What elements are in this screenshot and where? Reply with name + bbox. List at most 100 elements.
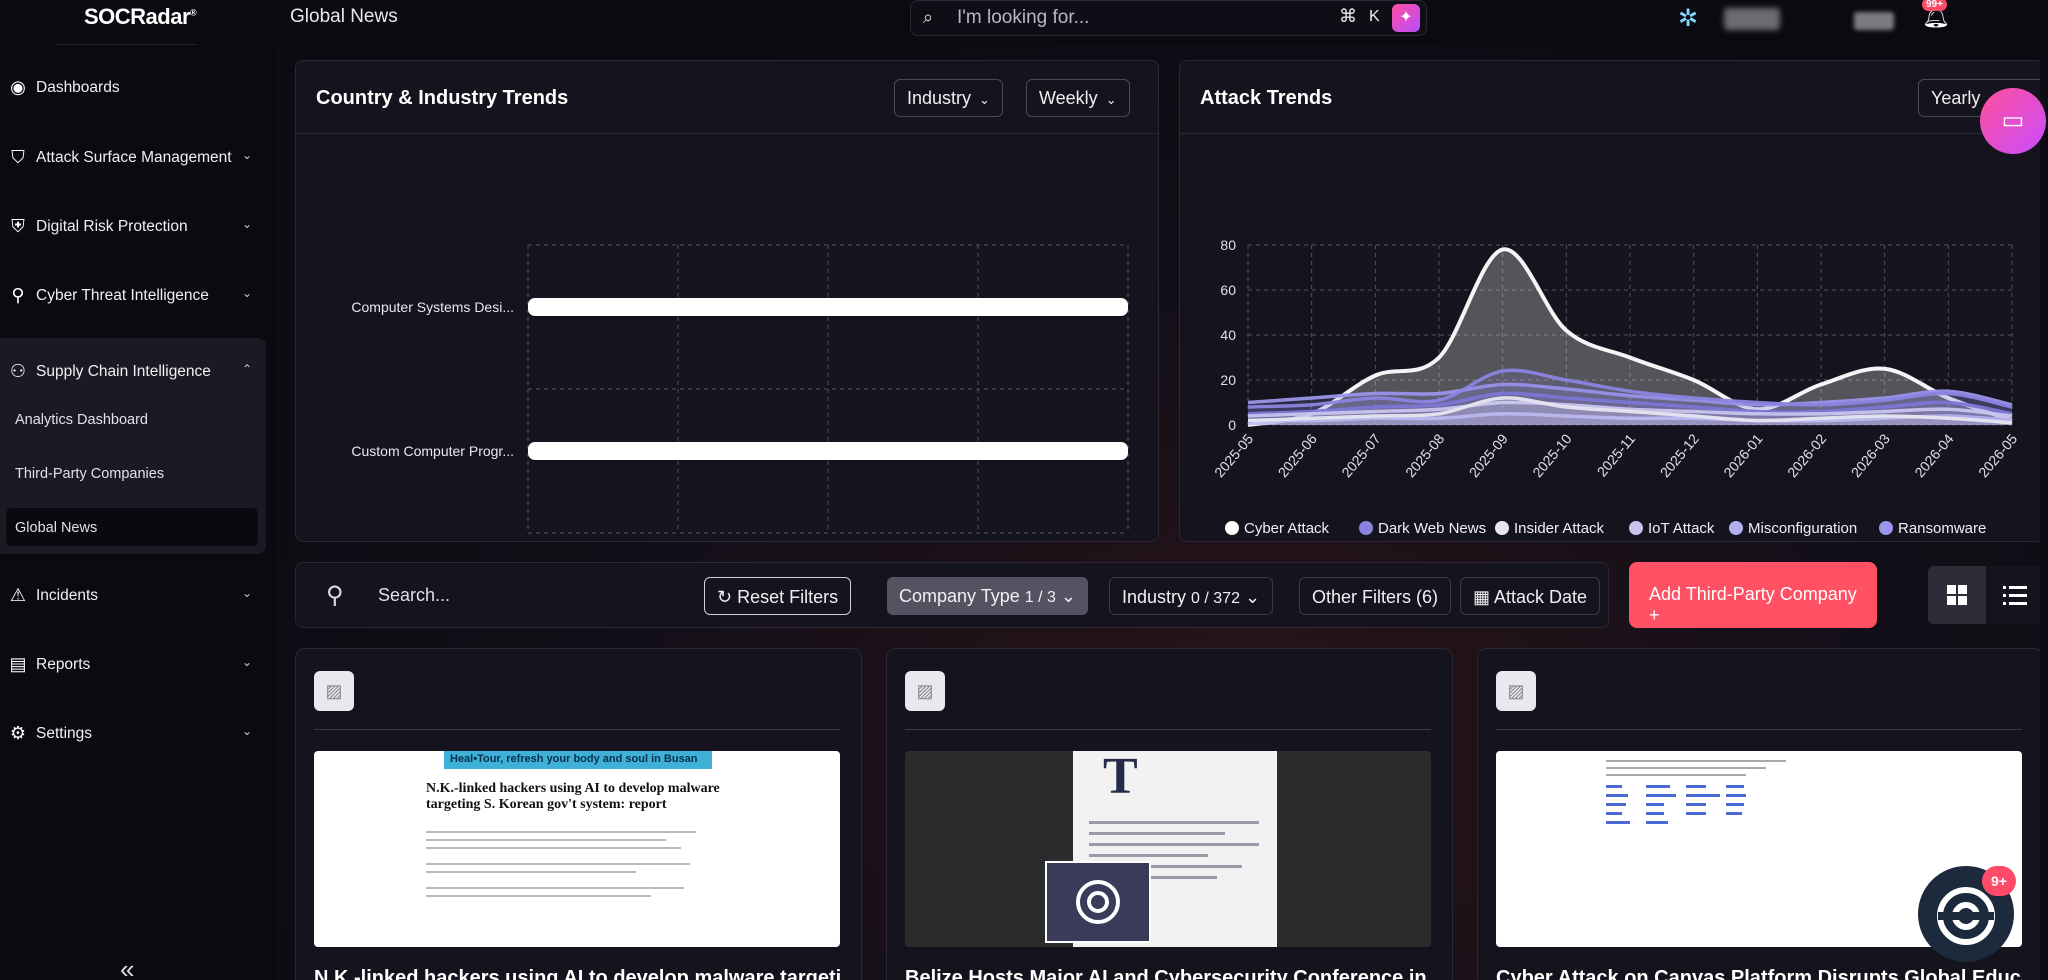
shortcut-key: K [1369, 8, 1380, 25]
x-tick-label: 2025-07 [1338, 430, 1383, 480]
sidebar: ◉ Dashboards ⛉ Attack Surface Management… [0, 46, 276, 980]
scrollbar[interactable] [2040, 46, 2048, 980]
bar [528, 298, 1128, 316]
calendar-icon: ▦ [1473, 587, 1495, 607]
network-icon[interactable]: ✲ [1678, 4, 1698, 33]
legend-marker [1729, 521, 1743, 535]
news-title[interactable]: Cyber Attack on Canvas Platform Disrupts… [1496, 967, 2022, 980]
attack-trends-panel: Attack Trends Yearly 0 20 40 60 80 2025-05 202… [1179, 60, 2048, 542]
news-card[interactable]: ▨ T Belize Hosts Major AI and Cybersecur… [886, 648, 1453, 980]
add-third-party-company-button[interactable]: Add Third-Party Company + [1629, 562, 1877, 628]
nav-third-party-companies[interactable]: Third-Party Companies [15, 466, 164, 482]
x-tick-label: 1.0 [818, 540, 839, 541]
x-tick-label: 2025-09 [1466, 430, 1511, 480]
legend-label: Misconfiguration [1748, 520, 1857, 537]
industry-dropdown[interactable]: Industry ⌄ [894, 79, 1003, 117]
chat-badge: 9+ [1982, 866, 2016, 896]
x-tick-label: 0.5 [668, 540, 689, 541]
news-image: T [905, 751, 1431, 947]
nav-digital-risk-protection[interactable]: ⛨ Digital Risk Protection ⌄ [0, 213, 276, 243]
nav-settings[interactable]: ⚙ Settings ⌄ [0, 720, 276, 750]
ad-banner: Heal•Tour, refresh your body and soul in… [444, 751, 712, 769]
x-tick-label: 2025-12 [1657, 430, 1702, 480]
global-search[interactable]: ⌕ I'm looking for... ⌘ K ✦ [910, 0, 1427, 36]
chevron-down-icon: ⌄ [242, 286, 253, 300]
dropdown-label: Yearly [1931, 88, 1981, 108]
reset-filters-button[interactable]: ↻ Reset Filters [704, 577, 852, 615]
news-card[interactable]: ▨ Heal•Tour, refresh your body and soul … [295, 648, 862, 980]
nav-dashboards[interactable]: ◉ Dashboards [0, 74, 276, 104]
nav-label: Dashboards [36, 79, 120, 96]
x-tick-label: 2026-02 [1784, 430, 1829, 480]
card-payment-icon[interactable]: ▭ [1980, 88, 2046, 154]
top-bar: SOCRadar® Global News ⌕ I'm looking for.… [0, 0, 2048, 46]
x-tick-label: 2026-01 [1720, 430, 1765, 480]
grid-view-button[interactable] [1928, 566, 1986, 624]
chevron-down-icon: ⌄ [979, 92, 990, 107]
button-label: Reset Filters [737, 587, 839, 607]
y-tick-label: 20 [1220, 372, 1236, 388]
news-title[interactable]: Belize Hosts Major AI and Cybersecurity … [905, 967, 1431, 980]
image-placeholder-icon: ▨ [905, 671, 945, 711]
x-tick-label: 2026-05 [1975, 430, 2020, 480]
legend-marker [1879, 521, 1893, 535]
attack-date-filter[interactable]: ▦ Attack Date [1460, 577, 1601, 615]
x-tick-label: 2025-06 [1275, 430, 1320, 480]
nav-label: Reports [36, 656, 91, 673]
card-divider [314, 729, 840, 730]
news-image: Heal•Tour, refresh your body and soul in… [314, 751, 840, 947]
logo[interactable]: SOCRadar® [84, 4, 197, 30]
chevron-down-icon: ⌄ [242, 148, 253, 162]
reports-icon: ▤ [9, 654, 27, 674]
chevron-down-icon: ⌄ [1060, 586, 1077, 606]
warning-icon: ⚠ [9, 585, 27, 605]
company-type-filter[interactable]: Company Type 1 / 3 ⌄ [887, 577, 1089, 615]
dropdown-label: Weekly [1039, 88, 1098, 108]
nav-label: Settings [36, 725, 93, 742]
people-network-icon: ⚇ [9, 361, 27, 381]
panel-title: Attack Trends [1200, 87, 1333, 109]
nav-analytics-dashboard[interactable]: Analytics Dashboard [15, 412, 148, 428]
nav-label: Cyber Threat Intelligence [36, 287, 209, 304]
nav-cyber-threat-intelligence[interactable]: ⚲ Cyber Threat Intelligence ⌄ [0, 282, 276, 312]
x-tick-label: 1.5 [968, 540, 989, 541]
user-avatar-blurred[interactable] [1724, 8, 1780, 30]
legend-label: IoT Attack [1648, 520, 1715, 537]
legend-marker [1495, 521, 1509, 535]
ai-sparkle-icon[interactable]: ✦ [1392, 4, 1420, 32]
nav-attack-surface-management[interactable]: ⛉ Attack Surface Management ⌄ [0, 144, 276, 174]
nav-supply-chain-intelligence[interactable]: ⚇ Supply Chain Intelligence ⌃ [0, 358, 276, 388]
filter-count: (6) [1416, 587, 1439, 607]
x-tick-label: 2026-04 [1911, 430, 1956, 480]
nav-reports[interactable]: ▤ Reports ⌄ [0, 651, 276, 681]
bar [528, 442, 1128, 460]
list-view-button[interactable] [1986, 566, 2044, 624]
nav-global-news[interactable]: Global News [15, 520, 97, 536]
x-tick-label: 2026-03 [1848, 430, 1893, 480]
dropdown-label: Industry [907, 88, 972, 108]
chevron-up-icon: ⌃ [242, 362, 253, 376]
news-search-input[interactable]: Search... [378, 585, 450, 606]
filter-bar: ⚲ Search... ↻ Reset Filters Company Type… [295, 562, 1609, 628]
image-placeholder-icon: ▨ [1496, 671, 1536, 711]
period-dropdown[interactable]: Weekly ⌄ [1026, 79, 1130, 117]
legend-marker [1225, 521, 1239, 535]
news-title[interactable]: N.K.-linked hackers using AI to develop … [314, 967, 840, 980]
shield-lock-icon: ⛨ [11, 216, 25, 236]
y-tick-label: 40 [1220, 327, 1236, 343]
button-label: Other Filters [1312, 587, 1412, 607]
industry-filter[interactable]: Industry 0 / 372 ⌄ [1109, 577, 1274, 615]
search-icon: ⌕ [923, 7, 934, 27]
chevron-down-icon: ⌄ [1245, 587, 1261, 607]
chevron-down-icon: ⌄ [1105, 92, 1117, 107]
x-tick-label: 2025-05 [1211, 430, 1256, 480]
other-filters-button[interactable]: Other Filters (6) [1299, 577, 1452, 615]
nav-incidents[interactable]: ⚠ Incidents ⌄ [0, 582, 276, 612]
nav-label: Attack Surface Management [36, 149, 232, 166]
collapse-sidebar-icon[interactable]: « [120, 954, 134, 980]
user-name-blurred[interactable] [1854, 12, 1894, 30]
nav-label: Incidents [36, 587, 99, 604]
notifications-badge: 99+ [1922, 0, 1947, 11]
y-category-label: Computer Systems Desi... [351, 299, 514, 315]
x-tick-label: 2025-08 [1402, 430, 1447, 480]
